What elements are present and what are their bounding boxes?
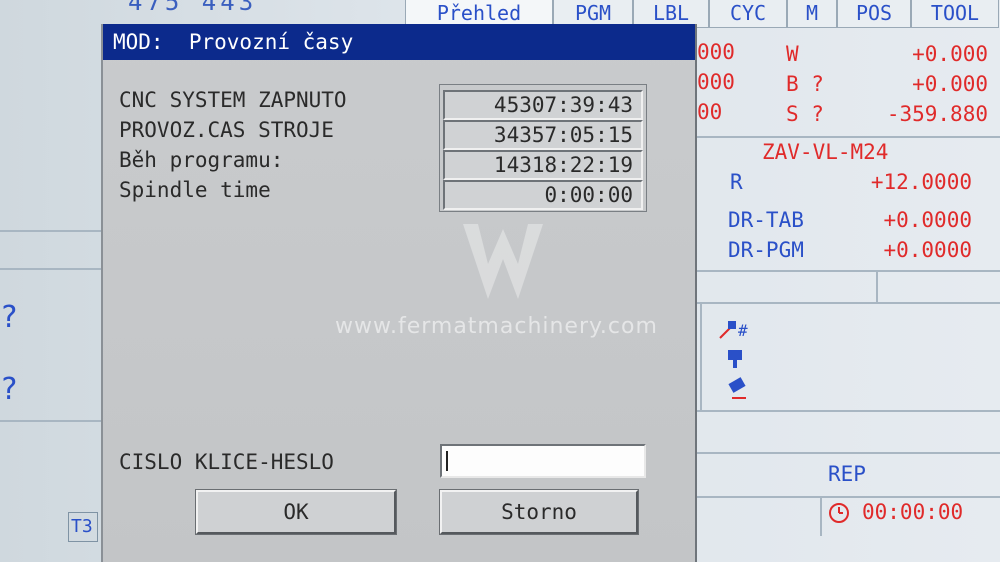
axis-b-value: +0.000 xyxy=(912,72,988,96)
partial-value: 000 xyxy=(697,40,735,64)
tab-pos[interactable]: POS xyxy=(837,0,911,28)
partial-value: 000 xyxy=(697,70,735,94)
rep-label: REP xyxy=(828,462,866,486)
tool-number-field: T3 xyxy=(68,512,98,542)
grid-line xyxy=(697,496,1000,498)
grid-line xyxy=(0,268,101,270)
grid-line xyxy=(697,410,1000,412)
dialog-title: MOD: Provozní časy xyxy=(103,24,695,60)
dr-pgm-label: DR-PGM xyxy=(728,238,804,262)
question-mark: ? xyxy=(0,372,19,407)
partial-value: 00 xyxy=(697,100,723,124)
axis-w-value: +0.000 xyxy=(912,42,988,66)
password-label: CISLO KLICE-HESLO xyxy=(119,450,334,474)
tool-change-icon xyxy=(728,377,746,399)
probe-icon: # xyxy=(719,321,748,340)
dr-tab-label: DR-TAB xyxy=(728,208,804,232)
tool-status-icons: # xyxy=(719,321,748,399)
password-input[interactable] xyxy=(440,444,646,478)
value-spindle-time: 0:00:00 xyxy=(443,180,643,210)
spindle-icon xyxy=(728,350,742,368)
cancel-button[interactable]: Storno xyxy=(439,489,639,535)
value-program-run: 14318:22:19 xyxy=(443,150,643,180)
dr-pgm-value: +0.0000 xyxy=(883,238,972,262)
mod-dialog: MOD: Provozní časy CNC SYSTEM ZAPNUTO PR… xyxy=(101,24,697,562)
grid-line xyxy=(700,302,702,410)
axis-s-value: -359.880 xyxy=(886,102,988,126)
question-mark: ? xyxy=(0,300,19,335)
tab-tool[interactable]: TOOL xyxy=(911,0,999,28)
axis-s-label: S ? xyxy=(786,102,824,126)
grid-line xyxy=(876,270,878,302)
top-partial-value: 475 443 xyxy=(128,0,258,16)
value-machine-time: 34357:05:15 xyxy=(443,120,643,150)
value-cnc-on: 45307:39:43 xyxy=(443,90,643,120)
text-caret xyxy=(446,451,448,471)
row-label-program-run: Běh programu: xyxy=(119,148,284,172)
run-timer: 00:00:00 xyxy=(862,500,964,524)
watermark-text: www.fermatmachinery.com xyxy=(335,314,658,339)
tab-cyc[interactable]: CYC xyxy=(709,0,787,28)
dr-tab-value: +0.0000 xyxy=(883,208,972,232)
axis-b-label: B ? xyxy=(786,72,824,96)
grid-line xyxy=(0,420,101,422)
grid-line xyxy=(697,270,1000,272)
grid-line xyxy=(697,136,1000,138)
row-label-cnc-on: CNC SYSTEM ZAPNUTO xyxy=(119,88,347,112)
row-label-machine-time: PROVOZ.CAS STROJE xyxy=(119,118,334,142)
grid-line xyxy=(0,230,101,232)
tool-r-value: +12.0000 xyxy=(870,170,972,194)
grid-line xyxy=(697,302,1000,304)
svg-text:#: # xyxy=(738,321,748,340)
clock-icon xyxy=(829,503,849,523)
tool-name: ZAV-VL-M24 xyxy=(762,140,889,164)
tab-m[interactable]: M xyxy=(787,0,837,28)
axis-w-label: W xyxy=(786,42,799,66)
row-label-spindle-time: Spindle time xyxy=(119,178,271,202)
grid-line xyxy=(820,496,822,536)
grid-line xyxy=(697,452,1000,454)
ok-button[interactable]: OK xyxy=(195,489,397,535)
watermark-logo xyxy=(463,224,543,299)
tool-r-label: R xyxy=(730,170,743,194)
